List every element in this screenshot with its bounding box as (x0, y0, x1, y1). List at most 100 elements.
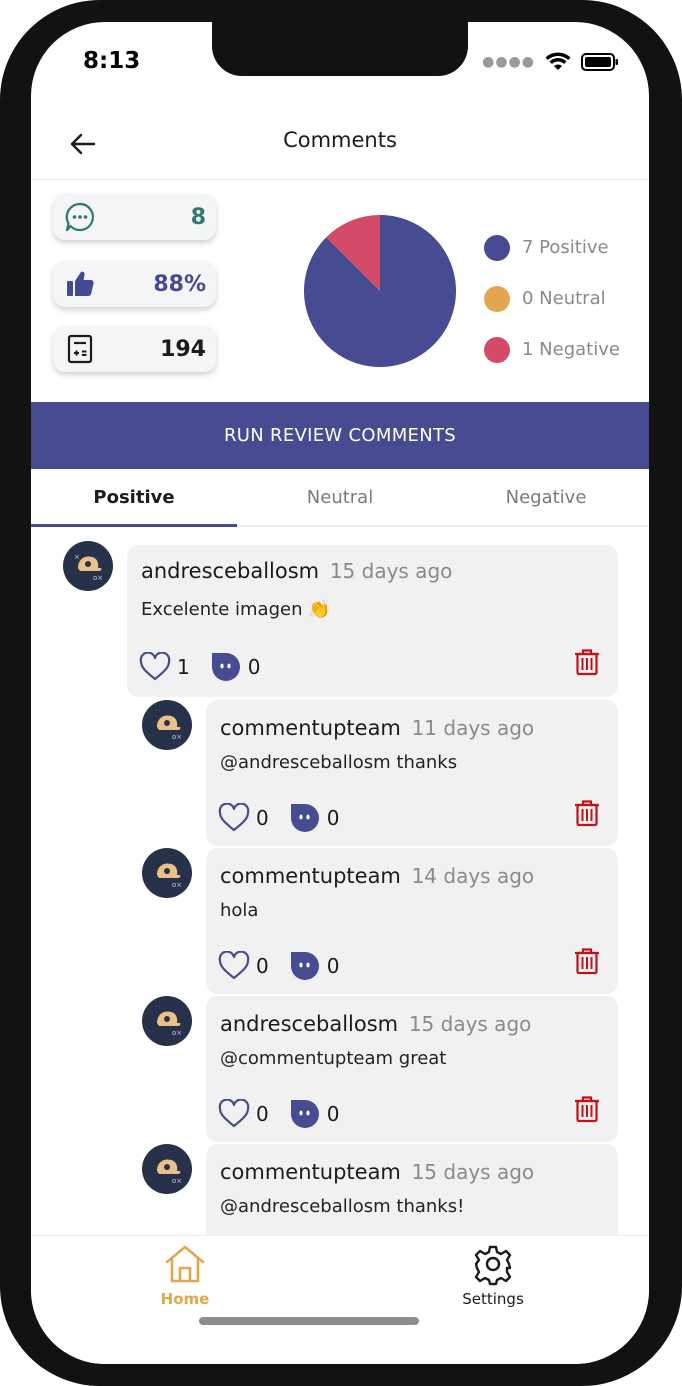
tab-positive[interactable]: Positive (31, 469, 237, 527)
status-time: 8:13 (83, 48, 141, 74)
comment-text: @andresceballosm thanks (220, 752, 458, 773)
tab-negative[interactable]: Negative (443, 469, 649, 525)
like-count: 0 (256, 954, 269, 978)
heart-icon (218, 803, 250, 832)
trash-icon[interactable] (572, 647, 602, 677)
reply-bubble-icon (290, 804, 319, 832)
comment-actions: 0 0 (218, 950, 359, 982)
avatar[interactable]: o× (142, 1144, 192, 1194)
stat-positive-value: 88% (153, 271, 206, 297)
run-review-comments-button[interactable]: RUN REVIEW COMMENTS (31, 402, 649, 469)
reply-item: o× commentupteam 11 days ago @andresceba… (31, 700, 649, 848)
avatar[interactable]: o× (142, 996, 192, 1046)
like-button[interactable]: 0 (218, 1099, 269, 1129)
like-button[interactable]: 0 (218, 803, 269, 833)
app-screen: 8:13 ●●●● Comments 8 88% 194 7 Positive … (31, 22, 649, 1364)
comment-actions: 0 0 (218, 1098, 359, 1130)
stat-comments-value: 8 (190, 204, 206, 230)
avatar[interactable]: o× (142, 848, 192, 898)
comment-author-line: commentupteam 11 days ago (220, 716, 534, 740)
status-icons: ●●●● (482, 52, 619, 72)
app-header: Comments (31, 112, 649, 180)
avatar-cap-icon: o× (157, 863, 182, 889)
comment-text: @commentupteam great (220, 1048, 447, 1069)
comment-bubble: commentupteam 14 days ago hola 0 0 (206, 848, 618, 994)
avatar-cap-icon: × o× (74, 553, 103, 582)
svg-text:×: × (74, 553, 80, 561)
trash-icon[interactable] (572, 1094, 602, 1124)
comment-author[interactable]: commentupteam (220, 864, 401, 888)
stat-total-card: 194 (53, 326, 216, 372)
comment-actions: 1 0 (139, 651, 280, 683)
reply-count: 0 (247, 655, 261, 679)
comment-author-line: andresceballosm 15 days ago (220, 1012, 531, 1036)
comments-list: × o× andresceballosm 15 days ago Excelen… (31, 527, 649, 1235)
legend-item-negative: 1 Negative (484, 324, 620, 375)
avatar-cap-icon: o× (157, 1011, 182, 1037)
trash-icon[interactable] (572, 798, 602, 828)
comment-author[interactable]: andresceballosm (141, 559, 319, 583)
stat-positive-card: 88% (53, 261, 216, 307)
legend-label-positive: 7 Positive (522, 237, 609, 258)
like-button[interactable]: 0 (218, 951, 269, 981)
avatar[interactable]: o× (142, 700, 192, 750)
reply-item: o× andresceballosm 15 days ago @commentu… (31, 996, 649, 1144)
reply-button[interactable]: 0 (289, 950, 340, 982)
reply-bubble-icon (211, 653, 240, 681)
nav-home-label: Home (160, 1290, 210, 1308)
like-count: 0 (256, 1102, 269, 1126)
reply-bubble-icon (290, 952, 319, 980)
nav-settings[interactable]: Settings (433, 1242, 553, 1308)
svg-text:o×: o× (172, 881, 182, 889)
comment-author[interactable]: commentupteam (220, 1160, 401, 1184)
battery-icon (581, 53, 618, 71)
comment-author[interactable]: andresceballosm (220, 1012, 398, 1036)
svg-text:o×: o× (172, 1177, 182, 1185)
comment-time: 15 days ago (408, 1012, 532, 1036)
legend-item-positive: 7 Positive (484, 222, 620, 273)
heart-icon (218, 951, 250, 980)
comment-bubble: andresceballosm 15 days ago @commentupte… (206, 996, 618, 1142)
reply-count: 0 (326, 954, 340, 978)
avatar[interactable]: × o× (63, 541, 113, 591)
legend-dot-positive (484, 234, 510, 261)
comment-text: hola (220, 900, 259, 921)
like-count: 0 (256, 806, 269, 830)
nav-home[interactable]: Home (125, 1242, 245, 1308)
comment-author-line: commentupteam 14 days ago (220, 864, 534, 888)
pie-slice-positive (304, 215, 456, 367)
like-count: 1 (177, 655, 190, 679)
comment-time: 11 days ago (411, 716, 535, 740)
comment-time: 15 days ago (329, 559, 453, 583)
stat-comments-card: 8 (53, 194, 216, 240)
home-icon (165, 1245, 205, 1283)
like-button[interactable]: 1 (139, 652, 190, 682)
legend-dot-negative (484, 336, 510, 363)
sentiment-tabs: Positive Neutral Negative (31, 469, 649, 527)
svg-text:o×: o× (172, 733, 182, 741)
reply-count: 0 (326, 1102, 340, 1126)
legend-label-negative: 1 Negative (522, 339, 620, 360)
wifi-icon (545, 52, 571, 70)
chat-bubble-icon (63, 200, 97, 234)
comment-text: Excelente imagen 👏 (141, 599, 331, 620)
nav-settings-label: Settings (462, 1290, 524, 1308)
legend-label-neutral: 0 Neutral (522, 288, 606, 309)
comment-text: @andresceballosm thanks! (220, 1196, 465, 1217)
reply-button[interactable]: 0 (289, 1098, 340, 1130)
thumbs-up-icon (63, 267, 97, 301)
comment-author[interactable]: commentupteam (220, 716, 401, 740)
legend-item-neutral: 0 Neutral (484, 273, 620, 324)
reply-button[interactable]: 0 (289, 802, 339, 834)
comment-bubble: commentupteam 15 days ago @andresceballo… (206, 1144, 618, 1235)
reply-item: o× commentupteam 14 days ago hola 0 0 (31, 848, 649, 996)
comment-bubble: commentupteam 11 days ago @andresceballo… (206, 700, 618, 846)
trash-icon[interactable] (572, 946, 602, 976)
reply-button[interactable]: 0 (210, 651, 261, 683)
tab-neutral[interactable]: Neutral (237, 469, 443, 525)
calculator-icon (63, 332, 97, 366)
legend-dot-neutral (484, 285, 510, 312)
chart-legend: 7 Positive 0 Neutral 1 Negative (484, 222, 620, 375)
page-title: Comments (283, 128, 397, 152)
reply-bubble-icon (290, 1100, 319, 1128)
